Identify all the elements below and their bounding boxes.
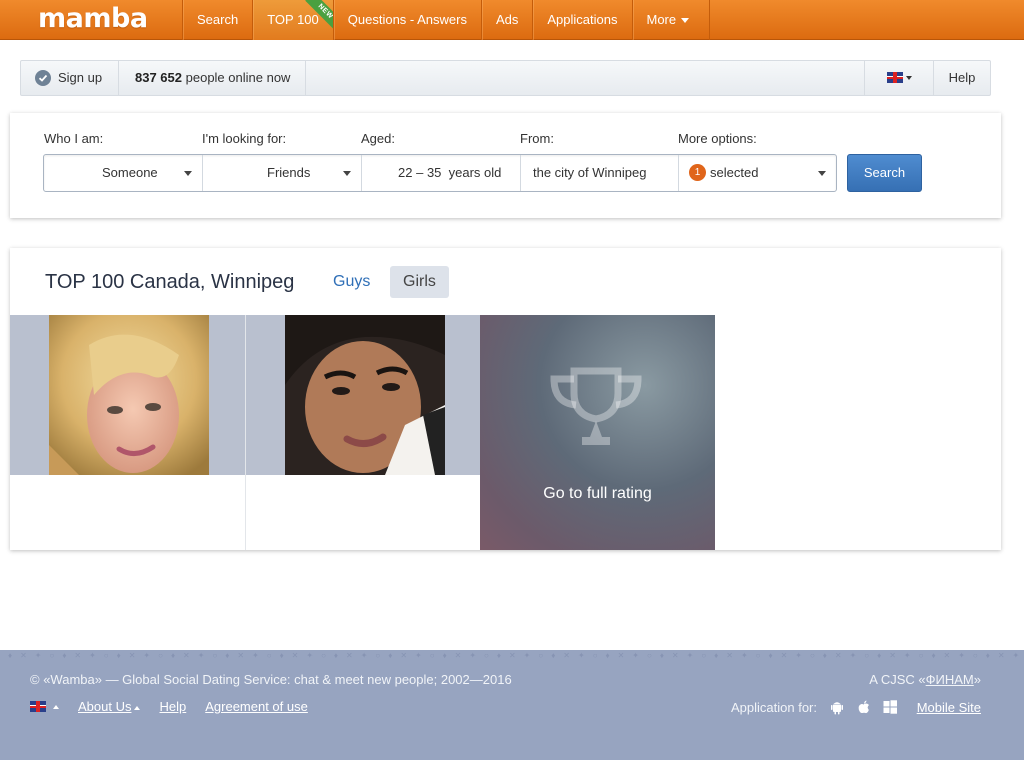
app-for-label: Application for: xyxy=(731,700,817,715)
nav-more[interactable]: More xyxy=(631,0,710,40)
company-credit: A CJSC «ФИНАМ» xyxy=(869,672,981,687)
who-label: Who I am: xyxy=(44,131,104,146)
company-link[interactable]: ФИНАМ xyxy=(926,672,974,687)
nav-questions-label: Questions - Answers xyxy=(347,12,467,27)
about-us-label: About Us xyxy=(78,699,132,714)
looking-value: Friends xyxy=(267,165,311,180)
android-icon[interactable] xyxy=(829,699,845,715)
footer-language-selector[interactable] xyxy=(30,701,59,712)
profile-photo-card[interactable] xyxy=(246,315,481,475)
age-range: 22 – 35 years old xyxy=(398,165,502,180)
signup-button[interactable]: Sign up xyxy=(21,61,119,95)
profile-photo xyxy=(49,315,209,475)
online-count: 837 652 xyxy=(135,70,182,85)
company-suffix: » xyxy=(973,672,981,687)
age-from: 22 xyxy=(398,165,413,180)
location-value: the city of Winnipeg xyxy=(533,165,647,180)
company-prefix: A CJSC « xyxy=(869,672,926,687)
looking-select[interactable]: Friends xyxy=(203,155,362,191)
chevron-down-icon xyxy=(681,18,690,24)
mobile-site-link[interactable]: Mobile Site xyxy=(917,700,981,715)
footer: ♦✕✦○♦✕✦○♦✕✦○♦✕✦○♦✕✦○♦✕✦○♦✕✦○♦✕✦○♦✕✦○♦✕✦○… xyxy=(0,650,1024,760)
chevron-down-icon xyxy=(906,76,912,80)
online-suffix: people online now xyxy=(185,70,291,85)
nav-search-label: Search xyxy=(197,12,239,27)
tab-girls[interactable]: Girls xyxy=(390,266,449,298)
apple-icon[interactable] xyxy=(856,699,872,715)
more-options-select[interactable]: 1 selected xyxy=(679,155,836,191)
age-suffix: years old xyxy=(448,165,502,180)
search-button[interactable]: Search xyxy=(847,154,922,192)
signup-label: Sign up xyxy=(58,70,103,85)
chevron-down-icon xyxy=(343,171,351,176)
options-selected-label: selected xyxy=(710,165,759,180)
checkmark-icon xyxy=(35,70,51,86)
footer-links: About Us Help Agreement of use xyxy=(30,699,327,714)
options-count-badge: 1 xyxy=(689,164,706,182)
nav-ads[interactable]: Ads xyxy=(480,0,532,40)
nav-top100[interactable]: TOP 100 NEW xyxy=(252,0,333,40)
from-label: From: xyxy=(520,131,554,146)
who-select[interactable]: Someone xyxy=(44,155,203,191)
nav-applications[interactable]: Applications xyxy=(532,0,631,40)
nav-top100-label: TOP 100 xyxy=(267,12,319,27)
top100-panel: TOP 100 Canada, Winnipeg Guys Girls Go t… xyxy=(10,248,1001,550)
chevron-up-icon xyxy=(53,704,59,709)
nav-search[interactable]: Search xyxy=(182,0,252,40)
chevron-down-icon xyxy=(184,171,192,176)
search-fields: Someone Friends 22 – 35 years old the ci… xyxy=(43,154,837,192)
footer-help-link[interactable]: Help xyxy=(159,699,186,714)
profile-photo-card[interactable] xyxy=(10,315,245,475)
top-navigation: mamba Search TOP 100 NEW Questions - Ans… xyxy=(0,0,1024,40)
more-options-label: More options: xyxy=(678,131,757,146)
status-bar: Sign up 837 652 people online now Help xyxy=(20,60,991,96)
aged-label: Aged: xyxy=(361,131,395,146)
divider xyxy=(305,61,306,95)
trophy-icon xyxy=(550,367,642,445)
search-panel: Who I am: I'm looking for: Aged: From: M… xyxy=(10,113,1001,218)
nav-ads-label: Ads xyxy=(495,12,519,27)
profile-photo xyxy=(285,315,445,475)
age-to: 35 xyxy=(426,165,442,180)
age-range-field[interactable]: 22 – 35 years old xyxy=(362,155,521,191)
uk-flag-icon xyxy=(30,701,46,712)
tab-guys[interactable]: Guys xyxy=(320,266,383,298)
nav-questions-answers[interactable]: Questions - Answers xyxy=(332,0,481,40)
nav-applications-label: Applications xyxy=(547,12,618,27)
more-options-value: 1 selected xyxy=(689,155,758,191)
about-us-link[interactable]: About Us xyxy=(78,699,141,714)
footer-pattern: ♦✕✦○♦✕✦○♦✕✦○♦✕✦○♦✕✦○♦✕✦○♦✕✦○♦✕✦○♦✕✦○♦✕✦○… xyxy=(8,651,1024,660)
mamba-logo[interactable]: mamba xyxy=(38,3,148,35)
location-field[interactable]: the city of Winnipeg xyxy=(521,155,679,191)
chevron-up-icon xyxy=(134,705,141,710)
online-counter: 837 652 people online now xyxy=(135,61,290,95)
language-selector[interactable] xyxy=(864,61,934,95)
nav-more-label: More xyxy=(646,12,677,27)
main-menu: Search TOP 100 NEW Questions - Answers A… xyxy=(182,0,710,40)
windows-icon[interactable] xyxy=(882,699,898,715)
copyright-text: © «Wamba» — Global Social Dating Service… xyxy=(30,672,512,687)
full-rating-tile[interactable]: Go to full rating xyxy=(480,315,715,550)
uk-flag-icon xyxy=(887,72,903,83)
who-value: Someone xyxy=(102,165,158,180)
help-link[interactable]: Help xyxy=(934,61,990,95)
full-rating-label: Go to full rating xyxy=(543,485,652,502)
looking-label: I'm looking for: xyxy=(202,131,287,146)
chevron-down-icon xyxy=(818,171,826,176)
top100-title: TOP 100 Canada, Winnipeg xyxy=(45,271,295,293)
agreement-link[interactable]: Agreement of use xyxy=(205,699,308,714)
